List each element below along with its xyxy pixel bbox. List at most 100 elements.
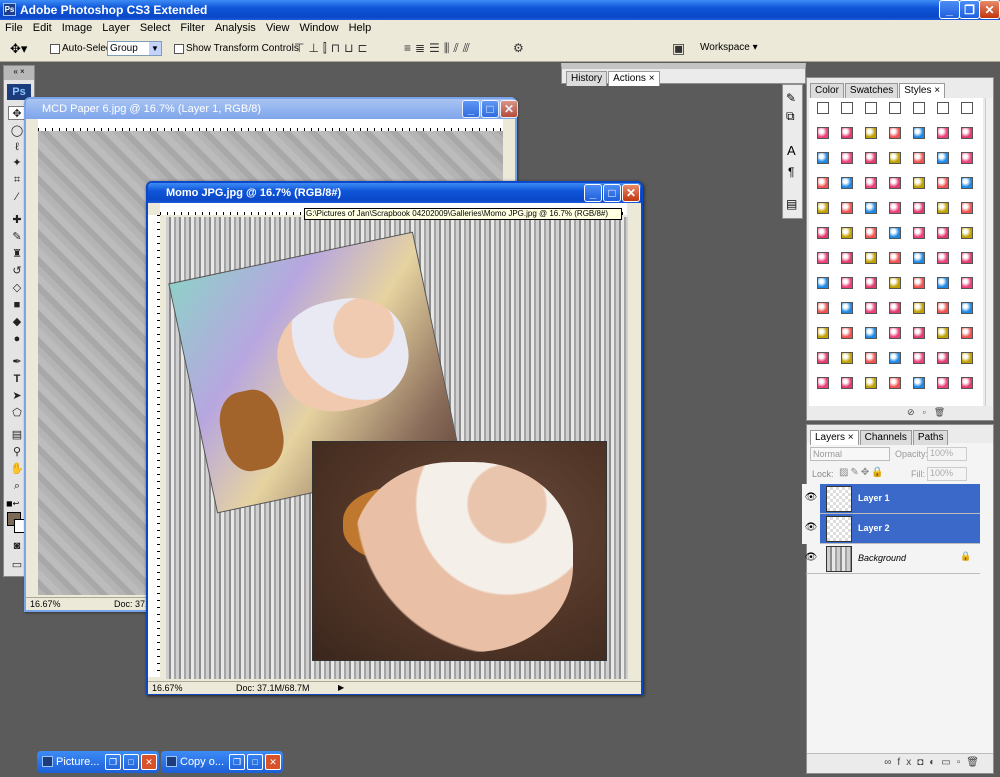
close-button[interactable]: ✕ bbox=[979, 0, 1000, 19]
style-swatch[interactable] bbox=[961, 277, 973, 289]
style-swatch[interactable] bbox=[937, 352, 949, 364]
style-swatch[interactable] bbox=[865, 302, 877, 314]
layer-row-layer-1[interactable]: 👁 Layer 1 bbox=[802, 484, 980, 514]
maximize-button[interactable]: ❐ bbox=[959, 0, 980, 19]
tab-actions[interactable]: Actions × bbox=[608, 71, 660, 86]
style-swatch[interactable] bbox=[841, 277, 853, 289]
restore-icon[interactable]: ❐ bbox=[229, 754, 245, 770]
layer-style-icon[interactable]: fx bbox=[897, 757, 917, 768]
menu-window[interactable]: Window bbox=[294, 20, 343, 36]
style-swatch[interactable] bbox=[913, 127, 925, 139]
add-mask-icon[interactable]: ◘ bbox=[917, 757, 929, 768]
style-swatch[interactable] bbox=[865, 352, 877, 364]
visibility-eye-icon[interactable]: 👁 bbox=[802, 514, 820, 544]
style-swatch[interactable] bbox=[937, 202, 949, 214]
style-swatch[interactable] bbox=[841, 202, 853, 214]
style-swatch[interactable] bbox=[817, 302, 829, 314]
style-swatch[interactable] bbox=[961, 377, 973, 389]
restore-icon[interactable]: ❐ bbox=[105, 754, 121, 770]
tab-swatches[interactable]: Swatches bbox=[844, 83, 899, 98]
style-swatch[interactable] bbox=[961, 352, 973, 364]
style-swatch[interactable] bbox=[841, 152, 853, 164]
style-swatch[interactable] bbox=[913, 177, 925, 189]
delete-style-icon[interactable]: 🗑 bbox=[934, 407, 953, 417]
tab-channels[interactable]: Channels bbox=[859, 430, 912, 445]
style-swatch[interactable] bbox=[889, 152, 901, 164]
front-doc-title-bar[interactable]: Momo JPG.jpg @ 16.7% (RGB/8#) _ □ ✕ bbox=[148, 183, 641, 203]
style-swatch[interactable] bbox=[937, 177, 949, 189]
distribute-icons[interactable]: ≡≣☰⫼⫽⫻ bbox=[404, 41, 474, 56]
style-swatch[interactable] bbox=[937, 227, 949, 239]
tab-color[interactable]: Color bbox=[810, 83, 844, 98]
style-swatch[interactable] bbox=[961, 302, 973, 314]
style-swatch[interactable] bbox=[889, 227, 901, 239]
style-swatch[interactable] bbox=[961, 127, 973, 139]
delete-layer-icon[interactable]: 🗑 bbox=[966, 757, 985, 768]
tab-layers[interactable]: Layers × bbox=[810, 430, 859, 445]
maximize-icon[interactable]: □ bbox=[247, 754, 263, 770]
style-swatch[interactable] bbox=[937, 252, 949, 264]
style-swatch[interactable] bbox=[937, 377, 949, 389]
tab-paths[interactable]: Paths bbox=[912, 430, 949, 445]
tab-styles[interactable]: Styles × bbox=[899, 83, 946, 98]
menu-filter[interactable]: Filter bbox=[175, 20, 209, 36]
align-icons[interactable]: ⊤⊥⫿⊓⊔⊏ bbox=[294, 41, 372, 56]
style-swatch[interactable] bbox=[817, 102, 829, 114]
style-swatch[interactable] bbox=[889, 352, 901, 364]
styles-scrollbar[interactable] bbox=[985, 98, 993, 406]
style-swatch[interactable] bbox=[961, 227, 973, 239]
style-swatch[interactable] bbox=[889, 177, 901, 189]
style-swatch[interactable] bbox=[913, 102, 925, 114]
style-swatch[interactable] bbox=[841, 102, 853, 114]
style-swatch[interactable] bbox=[865, 252, 877, 264]
minimized-doc-2[interactable]: Copy o... ❐ □ ✕ bbox=[161, 751, 283, 773]
back-doc-minimize-button[interactable]: _ bbox=[462, 100, 480, 118]
brushes-icon[interactable]: ✎ bbox=[786, 91, 796, 105]
auto-align-icon[interactable]: ⚙ bbox=[513, 41, 524, 55]
style-swatch[interactable] bbox=[817, 152, 829, 164]
style-swatch[interactable] bbox=[817, 277, 829, 289]
style-swatch[interactable] bbox=[865, 127, 877, 139]
navigator-icon[interactable]: ▤ bbox=[786, 197, 797, 211]
style-swatch[interactable] bbox=[937, 277, 949, 289]
style-swatch[interactable] bbox=[817, 327, 829, 339]
status-menu-arrow-icon[interactable]: ▶ bbox=[338, 682, 344, 694]
style-swatch[interactable] bbox=[889, 102, 901, 114]
blend-mode-dropdown[interactable]: Normal bbox=[810, 447, 890, 461]
style-swatch[interactable] bbox=[817, 202, 829, 214]
character-icon[interactable]: A bbox=[787, 143, 796, 158]
style-swatch[interactable] bbox=[841, 327, 853, 339]
style-swatch[interactable] bbox=[937, 102, 949, 114]
style-swatch[interactable] bbox=[817, 252, 829, 264]
opacity-field[interactable]: 100% bbox=[927, 447, 967, 461]
style-swatch[interactable] bbox=[913, 252, 925, 264]
auto-select-checkbox[interactable] bbox=[50, 44, 60, 54]
style-swatch[interactable] bbox=[913, 377, 925, 389]
front-doc-maximize-button[interactable]: □ bbox=[603, 184, 621, 202]
paragraph-icon[interactable]: ¶ bbox=[788, 165, 794, 179]
style-swatch[interactable] bbox=[841, 302, 853, 314]
style-swatch[interactable] bbox=[913, 152, 925, 164]
layer-row-layer-2[interactable]: 👁 Layer 2 bbox=[802, 514, 980, 544]
style-swatch[interactable] bbox=[889, 202, 901, 214]
clone-source-icon[interactable]: ⧉ bbox=[786, 109, 795, 124]
style-swatch[interactable] bbox=[889, 327, 901, 339]
bridge-icon[interactable]: ▣ bbox=[672, 40, 685, 57]
style-swatch[interactable] bbox=[865, 227, 877, 239]
style-swatch[interactable] bbox=[913, 202, 925, 214]
menu-layer[interactable]: Layer bbox=[97, 20, 135, 36]
style-swatch[interactable] bbox=[937, 152, 949, 164]
style-swatch[interactable] bbox=[889, 277, 901, 289]
move-tool-icon[interactable]: ✥▾ bbox=[10, 41, 27, 57]
style-swatch[interactable] bbox=[961, 252, 973, 264]
close-icon[interactable]: ✕ bbox=[141, 754, 157, 770]
style-swatch[interactable] bbox=[937, 327, 949, 339]
style-swatch[interactable] bbox=[841, 227, 853, 239]
style-swatch[interactable] bbox=[841, 127, 853, 139]
style-swatch[interactable] bbox=[913, 302, 925, 314]
style-swatch[interactable] bbox=[817, 177, 829, 189]
style-swatch[interactable] bbox=[817, 227, 829, 239]
link-layers-icon[interactable]: ∞ bbox=[884, 757, 897, 768]
style-swatch[interactable] bbox=[961, 152, 973, 164]
close-icon[interactable]: ✕ bbox=[265, 754, 281, 770]
